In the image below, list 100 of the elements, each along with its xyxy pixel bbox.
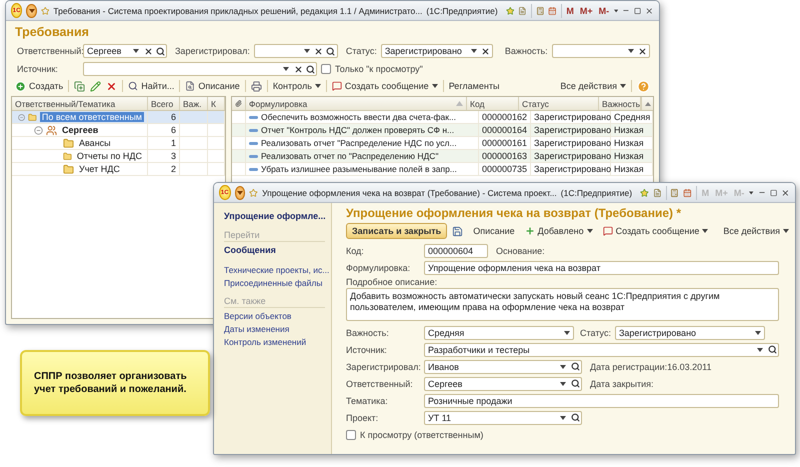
- tree-row[interactable]: По всем ответственным 6: [12, 111, 225, 124]
- clear-icon: [144, 46, 152, 56]
- delete-button[interactable]: [106, 80, 118, 92]
- copy-button[interactable]: [74, 80, 86, 92]
- source-field[interactable]: [83, 62, 317, 76]
- tree-item[interactable]: Отчеты по НДС: [74, 151, 144, 161]
- nav-link[interactable]: Версии объектов: [224, 310, 292, 323]
- save-button[interactable]: [452, 226, 464, 236]
- tree-item[interactable]: По всем ответственным: [40, 112, 144, 122]
- search-button[interactable]: [569, 412, 581, 424]
- checkbox-label[interactable]: Только "к просмотру": [335, 64, 423, 74]
- column-header[interactable]: К: [208, 97, 225, 110]
- scroll-up-button[interactable]: [641, 97, 653, 110]
- table-row[interactable]: Отчет "Контроль НДС" должен проверять СФ н... 000000164 Зарегистрировано Низкая: [232, 124, 653, 137]
- checkbox[interactable]: [321, 64, 331, 74]
- column-header[interactable]: Статус: [519, 97, 599, 110]
- nav-title[interactable]: Упрощение оформле...: [224, 211, 325, 221]
- search-button[interactable]: [569, 378, 581, 390]
- tree-row[interactable]: Сергеев 6: [12, 124, 225, 137]
- tree-item[interactable]: Сергеев: [60, 125, 100, 135]
- table-cell: Зарегистрировано: [531, 137, 611, 149]
- star-icon[interactable]: [40, 4, 50, 16]
- nav-link[interactable]: Технические проекты, ис...: [224, 264, 330, 277]
- table-row[interactable]: Обеспечить возможность ввести два счета-фак... 000000162 Зарегистрировано Средняя: [232, 111, 653, 124]
- table-row[interactable]: Реализовать отчет "Распределение НДС по усл... 000000161 Зарегистрировано Низкая: [232, 137, 653, 150]
- edit-button[interactable]: [90, 80, 102, 92]
- table-row[interactable]: Убрать излишнее разыменывание полей в запр... 000000735 Зарегистрировано Низкая: [232, 163, 653, 176]
- all-actions-button[interactable]: Все действия: [560, 81, 626, 91]
- status-field[interactable]: Зарегистрировано: [380, 44, 493, 58]
- calculator-icon[interactable]: [536, 4, 544, 16]
- tree-item[interactable]: Авансы: [77, 138, 113, 148]
- responsible-field[interactable]: Сергеев: [424, 376, 582, 390]
- maximize-icon[interactable]: [770, 188, 778, 198]
- project-field[interactable]: УТ 11: [424, 410, 582, 424]
- importance-field[interactable]: Средняя: [424, 326, 574, 340]
- main-menu-button[interactable]: [234, 186, 246, 200]
- search-button[interactable]: [569, 360, 581, 372]
- print-button[interactable]: [250, 80, 262, 92]
- regulations-button[interactable]: Регламенты: [448, 81, 500, 91]
- document-icon[interactable]: [652, 186, 662, 198]
- window-title: Упрощение оформления чека на возврат (Требование) - Система проект...: [262, 188, 557, 198]
- table-row[interactable]: Реализовать отчет по "Распределению НДС" 000000163 Зарегистрировано Низкая: [232, 150, 653, 163]
- save-and-close-button[interactable]: Записать и закрыть: [346, 223, 448, 239]
- caret-icon: [783, 229, 789, 233]
- added-button[interactable]: Добавлено: [524, 226, 593, 236]
- wording-field[interactable]: Упрощение оформления чека на возврат: [424, 260, 779, 274]
- table-cell: 2: [148, 163, 180, 175]
- search-button[interactable]: [766, 344, 778, 356]
- column-header[interactable]: Всего: [148, 97, 180, 110]
- memory-button[interactable]: M: [565, 6, 575, 16]
- nav-link[interactable]: Даты изменения: [224, 323, 290, 336]
- status-field[interactable]: Зарегистрировано: [614, 326, 765, 340]
- memory-button[interactable]: M-: [598, 6, 610, 16]
- importance-field[interactable]: [552, 44, 650, 58]
- tree-row[interactable]: Авансы 1: [12, 137, 225, 150]
- tree-item[interactable]: Учет НДС: [77, 164, 122, 174]
- magnifier-icon: [185, 81, 196, 91]
- star-icon[interactable]: [640, 186, 649, 198]
- nav-link[interactable]: Контроль изменений: [224, 336, 306, 349]
- checkbox-label[interactable]: К просмотру (ответственным): [360, 430, 484, 440]
- document-icon[interactable]: [518, 4, 527, 16]
- create-message-button[interactable]: Создать сообщение: [602, 226, 708, 236]
- search-button[interactable]: [154, 45, 166, 57]
- caret-icon: [133, 49, 139, 53]
- calendar-icon[interactable]: [683, 186, 692, 198]
- find-button[interactable]: Найти...: [128, 81, 174, 91]
- nav-link[interactable]: Присоединенные файлы: [224, 277, 322, 290]
- search-button[interactable]: [304, 63, 316, 75]
- memory-button[interactable]: M+: [578, 6, 594, 16]
- star-icon[interactable]: [506, 4, 514, 16]
- column-header[interactable]: Формулировка: [246, 97, 467, 110]
- control-button[interactable]: Контроль: [272, 81, 321, 91]
- checkbox[interactable]: [346, 430, 356, 440]
- source-field[interactable]: Разработчики и тестеры: [424, 342, 779, 356]
- create-message-button[interactable]: Создать сообщение: [332, 81, 438, 91]
- calculator-icon[interactable]: [670, 186, 680, 198]
- tree-row[interactable]: Отчеты по НДС 3: [12, 150, 225, 163]
- registered-by-field[interactable]: [254, 44, 338, 58]
- main-menu-button[interactable]: [26, 4, 37, 18]
- search-button[interactable]: [324, 45, 337, 57]
- collapse-icon[interactable]: [18, 112, 26, 122]
- column-header[interactable]: Важность: [599, 97, 641, 110]
- collapse-icon[interactable]: [34, 126, 43, 134]
- column-header[interactable]: Ответственный/Тематика: [12, 97, 148, 110]
- description-button[interactable]: Описание: [185, 81, 240, 91]
- all-actions-button[interactable]: Все действия: [723, 226, 789, 236]
- tree-row[interactable]: Учет НДС 2: [12, 163, 225, 176]
- nav-link[interactable]: Сообщения: [224, 244, 276, 257]
- code-field[interactable]: 000000604: [424, 244, 488, 258]
- registered-by-field[interactable]: Иванов: [424, 360, 582, 374]
- description-button[interactable]: Описание: [473, 226, 515, 236]
- create-button[interactable]: Создать: [15, 80, 64, 92]
- maximize-icon[interactable]: [634, 6, 642, 16]
- topic-field[interactable]: Розничные продажи: [424, 394, 779, 408]
- column-header[interactable]: Код: [467, 97, 519, 110]
- responsible-field[interactable]: Сергеев: [83, 44, 167, 58]
- column-header[interactable]: Важ.: [180, 97, 208, 110]
- description-field[interactable]: Добавить возможность автоматически запускать новый сеанс 1С:Предприятия с другим пользователем, имеющим права на оформление чека на возврат: [346, 288, 779, 321]
- star-icon[interactable]: [249, 186, 258, 198]
- calendar-icon[interactable]: [548, 4, 557, 16]
